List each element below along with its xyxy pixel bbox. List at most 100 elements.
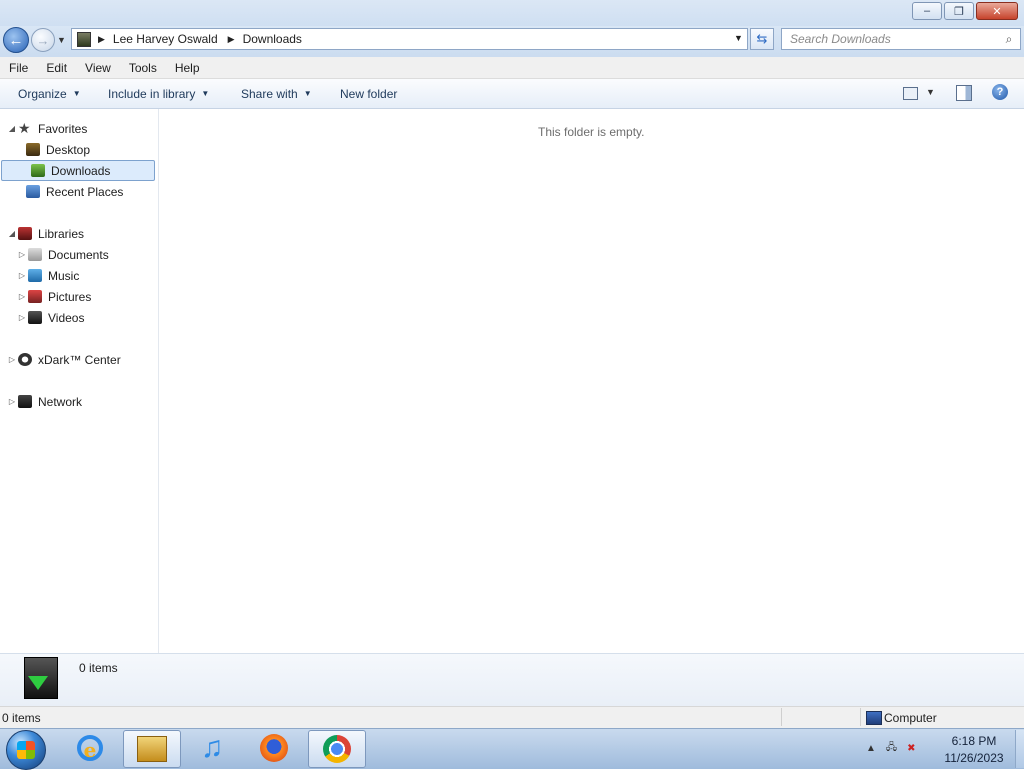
help-icon[interactable]: ? [992, 84, 1008, 100]
nav-item-recent-places-label: Recent Places [46, 184, 124, 199]
file-list-area[interactable] [159, 109, 1024, 653]
nav-favorites-label: Favorites [38, 121, 88, 136]
details-item-count: 0 items [79, 661, 118, 675]
collapsed-triangle-icon[interactable]: ▷ [16, 271, 28, 280]
share-with-label: Share with [241, 86, 298, 101]
pictures-icon [28, 290, 42, 303]
forward-button[interactable]: → [31, 28, 55, 52]
title-bar[interactable] [0, 0, 1024, 26]
breadcrumb-downloads[interactable]: Downloads [243, 32, 302, 46]
nav-item-pictures-label: Pictures [48, 289, 92, 304]
breadcrumb-separator-icon[interactable]: ▶ [228, 34, 235, 45]
menu-bar: File Edit View Tools Help [0, 57, 1024, 79]
show-hidden-icons-icon[interactable]: ▲ [866, 743, 876, 754]
music-icon [28, 269, 42, 282]
forward-arrow-icon: → [36, 32, 50, 48]
xdark-center-icon [18, 353, 32, 366]
recent-pages-dropdown-icon[interactable]: ▼ [57, 35, 66, 45]
start-button[interactable] [6, 730, 46, 770]
nav-xdark-center[interactable]: ▷ xDark™ Center [6, 349, 121, 370]
address-history-dropdown-icon[interactable]: ▼ [734, 33, 743, 43]
windows-logo-icon [17, 741, 35, 759]
menu-edit[interactable]: Edit [37, 61, 76, 75]
network-icon [18, 395, 32, 408]
taskbar-internet-explorer[interactable]: e [62, 730, 118, 766]
menu-tools[interactable]: Tools [120, 61, 166, 75]
menu-file[interactable]: File [0, 61, 37, 75]
command-bar: Organize ▼ Include in library ▼ Share with… [0, 79, 1024, 109]
nav-item-downloads[interactable]: Downloads [1, 160, 155, 181]
navigation-pane[interactable]: ◢ ★ Favorites Desktop Downloads Recent P… [0, 109, 159, 653]
taskbar-clock[interactable]: 6:18 PM 11/26/2023 [938, 733, 1010, 767]
nav-libraries[interactable]: ◢ Libraries [6, 223, 84, 244]
collapsed-triangle-icon[interactable]: ▷ [16, 313, 28, 322]
close-button[interactable]: ✕ [976, 2, 1018, 20]
itunes-icon: ♫ [200, 731, 224, 764]
new-folder-button[interactable]: New folder [340, 79, 397, 108]
search-input[interactable]: Search Downloads [782, 32, 1001, 46]
breadcrumb-user[interactable]: Lee Harvey Oswald [113, 32, 218, 46]
recent-places-icon [26, 185, 40, 198]
expanded-triangle-icon[interactable]: ◢ [6, 229, 18, 238]
nav-favorites[interactable]: ◢ ★ Favorites [6, 118, 87, 139]
expanded-triangle-icon[interactable]: ◢ [6, 124, 18, 133]
view-options-dropdown-icon[interactable]: ▼ [926, 87, 935, 97]
videos-icon [28, 311, 42, 324]
collapsed-triangle-icon[interactable]: ▷ [6, 397, 18, 406]
desktop-icon [26, 143, 40, 156]
nav-item-videos-label: Videos [48, 310, 85, 325]
organize-button[interactable]: Organize ▼ [18, 79, 81, 108]
chevron-down-icon: ▼ [72, 89, 81, 98]
firefox-icon [260, 734, 288, 762]
taskbar-windows-explorer[interactable] [123, 730, 181, 768]
include-in-library-button[interactable]: Include in library ▼ [108, 79, 209, 108]
menu-help[interactable]: Help [166, 61, 209, 75]
window-controls: – ❐ ✕ [910, 2, 1018, 20]
windows-explorer-icon [137, 736, 167, 762]
back-button[interactable]: ← [3, 27, 29, 53]
details-pane [0, 653, 1024, 706]
system-tray: ▲ 🖧 ✖ [866, 740, 915, 757]
search-box[interactable]: Search Downloads ⌕ [781, 28, 1021, 50]
chrome-icon [323, 735, 351, 763]
nav-item-documents[interactable]: ▷ Documents [16, 244, 109, 265]
collapsed-triangle-icon[interactable]: ▷ [6, 355, 18, 364]
status-divider [781, 708, 782, 726]
refresh-icon: ⇆ [756, 31, 768, 46]
back-arrow-icon: ← [8, 31, 24, 49]
status-item-count: 0 items [2, 711, 41, 725]
show-desktop-button[interactable] [1015, 730, 1024, 768]
collapsed-triangle-icon[interactable]: ▷ [16, 250, 28, 259]
nav-item-recent-places[interactable]: Recent Places [26, 181, 123, 202]
minimize-button[interactable]: – [912, 2, 942, 20]
change-view-icon[interactable] [903, 87, 918, 100]
nav-item-desktop[interactable]: Desktop [26, 139, 90, 160]
download-arrow-icon [28, 676, 48, 690]
preview-pane-icon[interactable] [956, 85, 972, 101]
organize-label: Organize [18, 86, 67, 101]
nav-item-music[interactable]: ▷ Music [16, 265, 79, 286]
restore-button[interactable]: ❐ [944, 2, 974, 20]
nav-network[interactable]: ▷ Network [6, 391, 82, 412]
search-icon[interactable]: ⌕ [1001, 32, 1017, 47]
taskbar-chrome[interactable] [308, 730, 366, 768]
nav-item-downloads-label: Downloads [51, 163, 111, 178]
volume-muted-icon[interactable]: ✖ [907, 743, 915, 754]
taskbar-itunes[interactable]: ♫ [184, 730, 240, 766]
nav-item-videos[interactable]: ▷ Videos [16, 307, 85, 328]
downloads-icon [31, 164, 45, 177]
empty-folder-message: This folder is empty. [538, 125, 645, 139]
collapsed-triangle-icon[interactable]: ▷ [16, 292, 28, 301]
nav-item-pictures[interactable]: ▷ Pictures [16, 286, 91, 307]
status-divider [860, 708, 861, 726]
chevron-down-icon: ▼ [303, 89, 312, 98]
refresh-button[interactable]: ⇆ [750, 28, 774, 50]
breadcrumb-separator-icon[interactable]: ▶ [98, 34, 105, 45]
share-with-button[interactable]: Share with ▼ [241, 79, 312, 108]
documents-icon [28, 248, 42, 261]
address-bar[interactable]: ▶ Lee Harvey Oswald ▶ Downloads [71, 28, 748, 50]
nav-item-documents-label: Documents [48, 247, 109, 262]
network-tray-icon[interactable]: 🖧 [886, 740, 897, 757]
taskbar-firefox[interactable] [246, 730, 302, 766]
menu-view[interactable]: View [76, 61, 120, 75]
